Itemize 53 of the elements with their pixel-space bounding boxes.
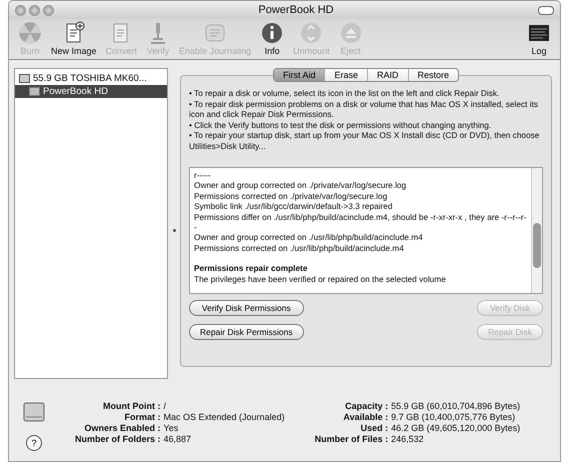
- hard-drive-icon: [29, 86, 40, 97]
- log-heading: Permissions repair complete: [194, 263, 308, 274]
- radiation-icon: [18, 21, 42, 45]
- log-line: Permissions corrected on ./usr/lib/php/build/acinclude.m4: [194, 242, 405, 254]
- instruction-text: • To repair a disk or volume, select its icon in the list on the left and click Repair Disk.: [189, 88, 500, 98]
- info-value: 9.7 GB (10,400,075,776 Bytes): [391, 412, 516, 423]
- tab[interactable]: Erase: [324, 69, 367, 81]
- info-label: Available :: [342, 412, 388, 423]
- info-value: 46.2 GB (49,605,120,000 Bytes): [391, 423, 520, 434]
- close-icon[interactable]: [15, 4, 26, 16]
- info-value: 46,887: [164, 434, 192, 445]
- help-button[interactable]: ?: [26, 435, 42, 451]
- info-label: Number of Folders :: [75, 434, 161, 445]
- log-line: Symbolic link ./usr/lib/gcc/darwin/default->3.3 repaired: [194, 201, 394, 212]
- hard-drive-icon: [19, 73, 30, 84]
- info-label: Mount Point :: [102, 401, 161, 412]
- tab[interactable]: RAID: [367, 69, 408, 81]
- volume-item[interactable]: PowerBook HD: [15, 85, 167, 98]
- info-icon: [260, 21, 284, 45]
- toolbar-toggle-icon[interactable]: [538, 6, 554, 14]
- log-line: Owner and group corrected on ./usr/lib/php/build/acinclude.m4: [194, 232, 424, 243]
- log-line: Permissions differ on ./usr/lib/php/build/acinclude.m4, should be -r-xr-xr-x , they are -r--r--r--: [194, 212, 527, 232]
- disk-item[interactable]: 55.9 GB TOSHIBA MK60...: [15, 72, 167, 85]
- window-title: PowerBook HD: [257, 4, 335, 16]
- toolbar-button[interactable]: Info: [257, 21, 288, 56]
- instruction-text: • To repair your startup disk, start up from your Mac OS X Install disc (CD or DVD), then choose Utilities>Disk Utility...: [189, 130, 540, 151]
- splitter-handle[interactable]: [172, 229, 176, 232]
- toolbar-button[interactable]: Log: [524, 21, 554, 56]
- info-label: Owners Enabled :: [83, 423, 161, 434]
- scrollbar[interactable]: [531, 168, 542, 293]
- log-line: Permissions corrected on ./private/var/log/secure.log: [194, 190, 388, 202]
- info-value: 55.9 GB (60,010,704,896 Bytes): [391, 401, 520, 412]
- info-value: Mac OS Extended (Journaled): [164, 412, 285, 423]
- info-label: Capacity :: [344, 401, 388, 412]
- info-label: Number of Files :: [314, 434, 388, 445]
- eject-icon: [338, 21, 363, 45]
- instruction-text: • To repair disk permission problems on a disk or volume that has Mac OS X installed, select its icon and click Repair Disk Permissions.: [189, 98, 540, 120]
- tab[interactable]: First Aid: [274, 69, 324, 81]
- info-value: Yes: [164, 423, 180, 434]
- info-label: Format :: [124, 412, 161, 423]
- toolbar-button[interactable]: New Image: [48, 21, 100, 56]
- minimize-icon[interactable]: [29, 4, 40, 16]
- log-line: r-----: [194, 170, 212, 180]
- zoom-icon[interactable]: [43, 4, 54, 16]
- tab[interactable]: Restore: [408, 69, 458, 81]
- info-label: Used :: [360, 423, 388, 434]
- action-button[interactable]: Verify Disk Permissions: [189, 300, 304, 316]
- instruction-text: • Click the Verify buttons to test the disk or permissions without changing anything.: [189, 120, 492, 130]
- log-line: The privileges have been verified or repaired on the selected volume: [194, 274, 447, 284]
- log-line: Owner and group corrected on ./private/var/log/secure.log: [194, 180, 408, 191]
- info-value: /: [164, 401, 168, 412]
- action-button[interactable]: Repair Disk Permissions: [189, 324, 304, 340]
- info-value: 246,532: [391, 434, 425, 445]
